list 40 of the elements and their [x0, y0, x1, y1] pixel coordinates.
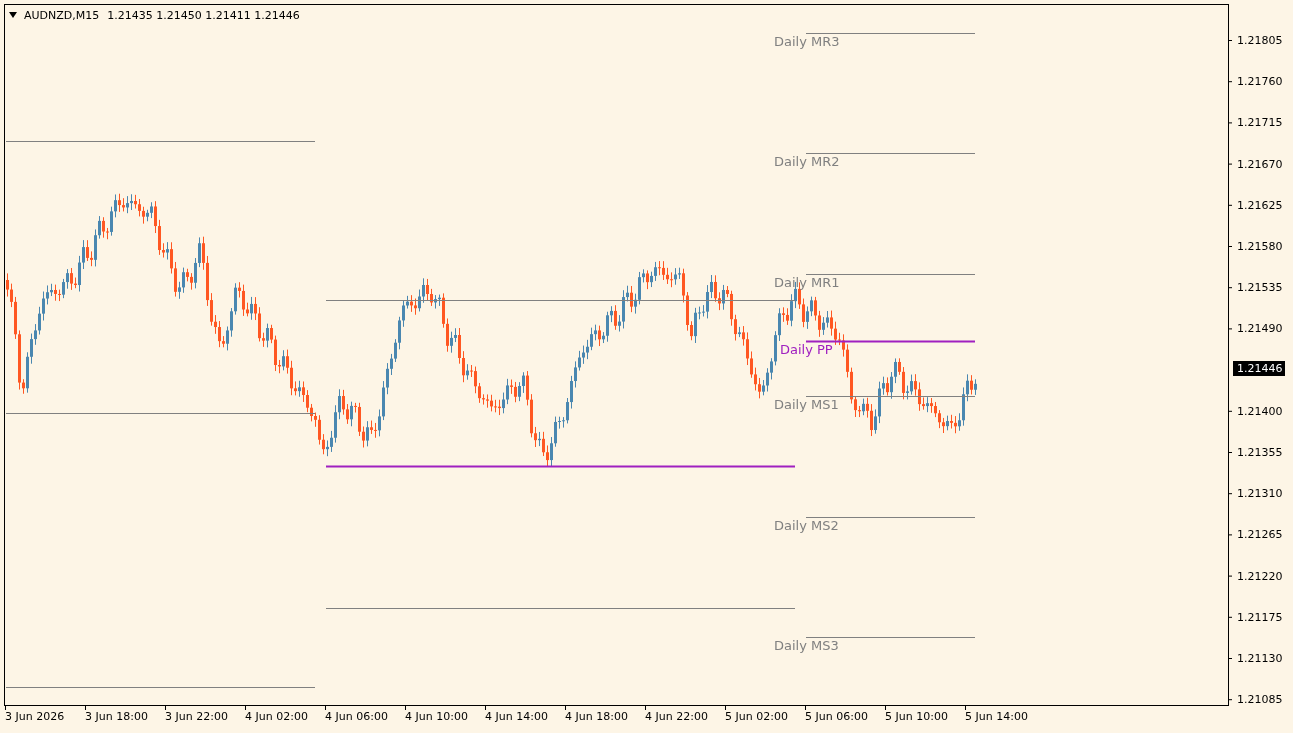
price-tick-label: 1.21310 — [1237, 487, 1283, 501]
time-tick-label: 5 Jun 14:00 — [965, 710, 1028, 723]
time-tick-label: 5 Jun 02:00 — [725, 710, 788, 723]
pivot-label: Daily MR2 — [774, 154, 840, 169]
price-tick-label: 1.21265 — [1237, 528, 1283, 542]
time-tick-label: 4 Jun 22:00 — [645, 710, 708, 723]
time-tick-label: 5 Jun 10:00 — [885, 710, 948, 723]
price-tick-label: 1.21130 — [1237, 652, 1283, 665]
time-tick-label: 3 Jun 18:00 — [85, 710, 148, 723]
price-tick-label: 1.21220 — [1237, 569, 1283, 583]
price-tick-label: 1.21670 — [1237, 157, 1283, 171]
price-tick-label: 1.21805 — [1237, 34, 1283, 47]
price-tick-label: 1.21085 — [1237, 693, 1283, 707]
pivot-label: Daily MR1 — [774, 275, 840, 290]
price-tick-label: 1.21490 — [1237, 322, 1283, 336]
time-tick-label: 5 Jun 06:00 — [805, 710, 868, 723]
price-tick-label: 1.21355 — [1237, 446, 1283, 459]
time-tick-label: 4 Jun 14:00 — [485, 710, 548, 723]
price-quote: 1.21435 1.21450 1.21411 1.21446 — [107, 9, 300, 22]
time-tick-label: 4 Jun 02:00 — [245, 710, 308, 723]
time-tick-label: 4 Jun 18:00 — [565, 710, 628, 723]
pivot-label: Daily MS1 — [774, 397, 839, 412]
time-tick-label: 4 Jun 06:00 — [325, 710, 388, 723]
price-tick-label: 1.21175 — [1237, 610, 1283, 624]
time-tick-label: 4 Jun 10:00 — [405, 710, 468, 723]
price-tick-label: 1.21715 — [1237, 116, 1283, 130]
symbol-label: AUDNZD,M15 — [24, 9, 100, 22]
price-tick-label: 1.21580 — [1237, 240, 1283, 253]
price-tick-label: 1.21400 — [1237, 404, 1283, 418]
price-tick-label: 1.21625 — [1237, 198, 1283, 212]
time-tick-label: 3 Jun 22:00 — [165, 710, 228, 723]
pivot-label: Daily MR3 — [774, 34, 840, 49]
price-tick-label: 1.21760 — [1237, 75, 1283, 89]
dropdown-icon[interactable] — [9, 12, 17, 18]
price-tick-label: 1.21535 — [1237, 281, 1283, 295]
pivot-label: Daily MS2 — [774, 518, 839, 533]
current-price-tag: 1.21446 — [1233, 361, 1285, 376]
time-tick-label: 3 Jun 2026 — [5, 710, 65, 723]
pivot-label: Daily PP — [780, 342, 833, 357]
pivot-label: Daily MS3 — [774, 638, 839, 653]
